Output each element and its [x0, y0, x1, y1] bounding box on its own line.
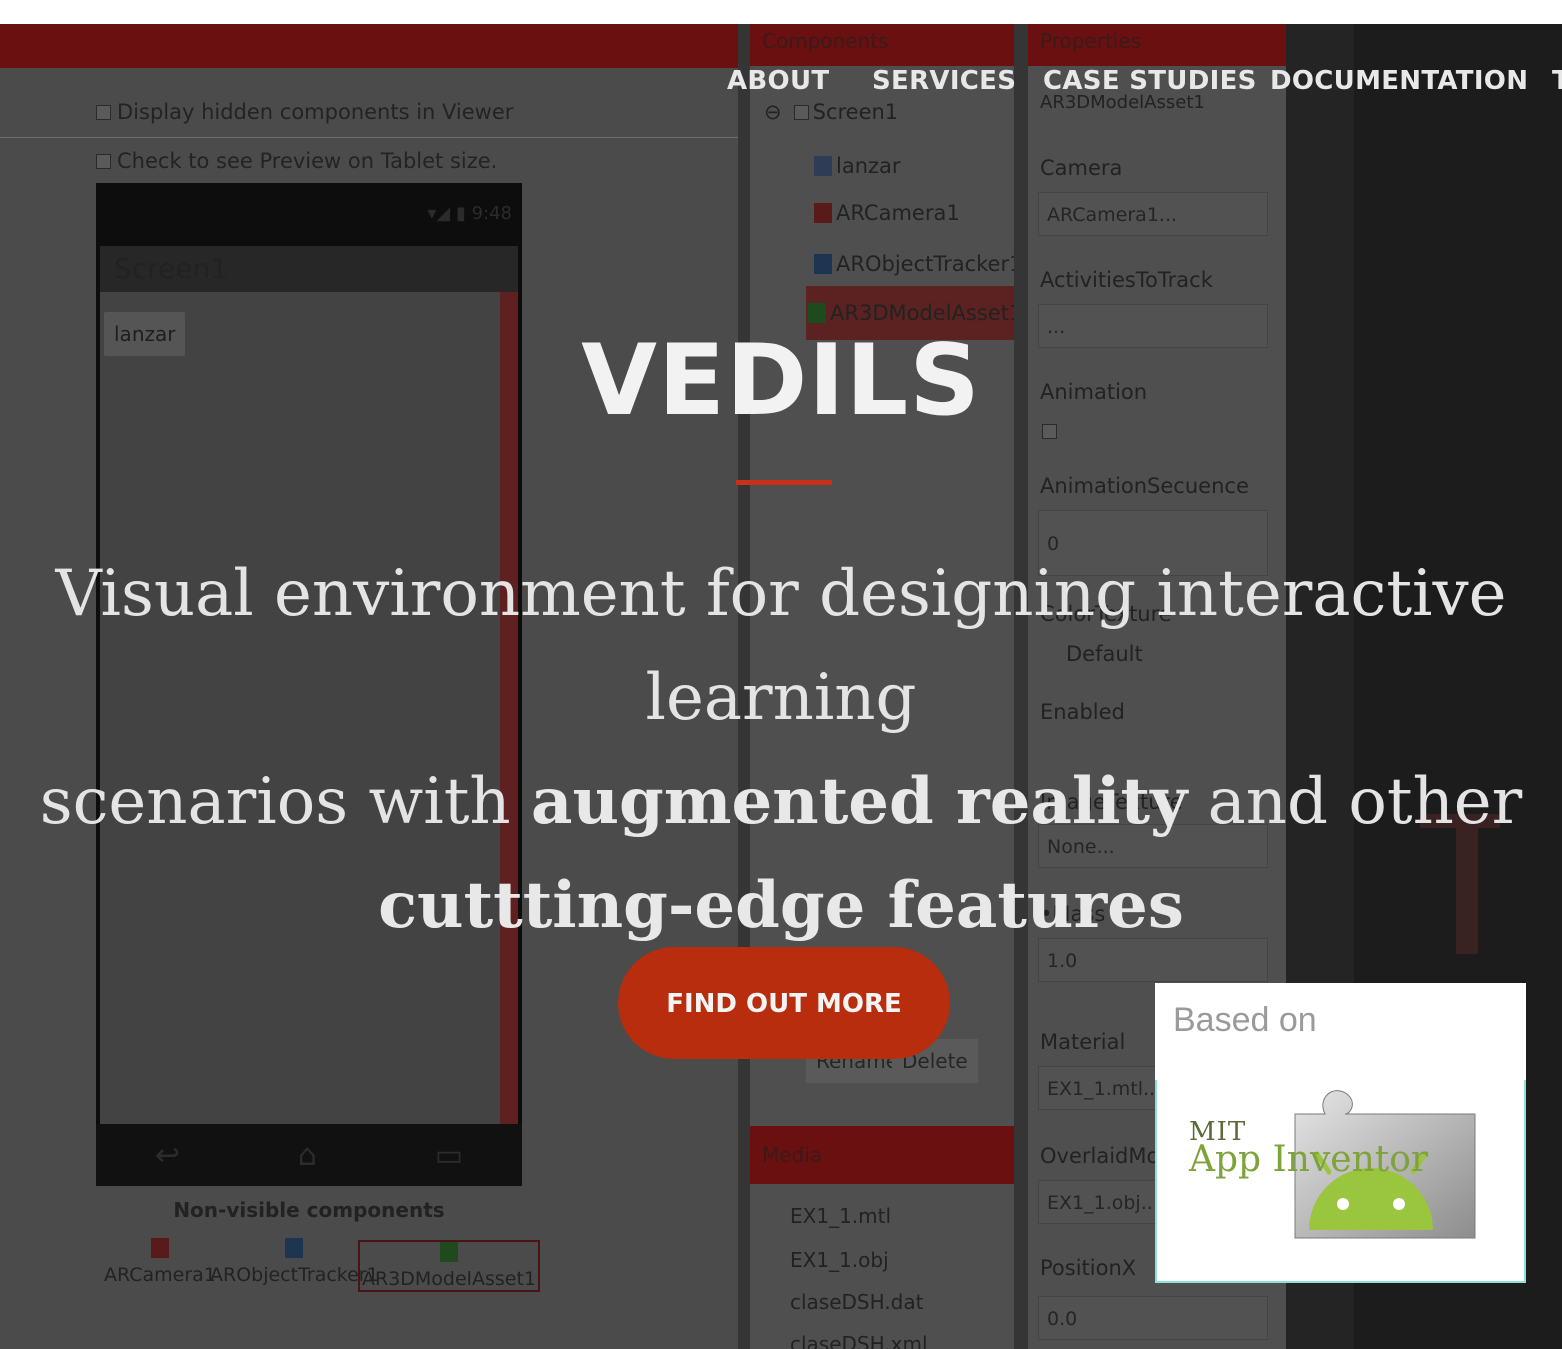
bg-nonvisible-item: ARCamera1: [104, 1238, 216, 1286]
badge-label: Based on: [1173, 1001, 1317, 1039]
bg-tree-root: ⊖ Screen1: [764, 100, 899, 124]
app-inventor-badge[interactable]: Based on MIT App Inventor: [1155, 983, 1526, 1283]
camera-component-icon: [814, 203, 832, 223]
nav-more-truncated[interactable]: T: [1552, 66, 1562, 96]
bg-prop-value: 0.0: [1038, 1296, 1268, 1340]
checkbox-icon: [96, 153, 111, 169]
checkbox-icon: [96, 104, 111, 120]
button-component-icon: [814, 156, 832, 176]
recents-icon: ▭: [434, 1137, 464, 1173]
hero-subtitle-line: cuttting-edge features: [0, 854, 1562, 958]
bg-components-header: Components: [750, 24, 1014, 66]
bg-hidden-components-checkbox: Display hidden components in Viewer: [96, 100, 513, 124]
bg-nonvisible-title: Non-visible components: [173, 1198, 445, 1222]
bg-media-item: EX1_1.mtl: [790, 1204, 892, 1228]
bg-tree-item: lanzar: [814, 154, 901, 178]
bg-prop-label: Material: [1040, 1030, 1126, 1054]
bg-nonvisible-item: AR3DModelAsset1: [358, 1240, 540, 1292]
bg-tablet-checkbox: Check to see Preview on Tablet size.: [96, 149, 497, 173]
camera-component-icon: [150, 1238, 169, 1258]
bg-media-item: claseDSH.xml: [790, 1332, 928, 1349]
hero-subtitle: Visual environment for designing interac…: [0, 542, 1562, 958]
bg-prop-label: Camera: [1040, 156, 1123, 180]
bg-prop-value: ARCamera1...: [1038, 192, 1268, 236]
bg-phone-status: ▾◢ ▮ 9:48: [427, 203, 512, 224]
app-inventor-logo: [1155, 1080, 1526, 1283]
bg-media-item: claseDSH.dat: [790, 1290, 924, 1314]
hero-highlight: cuttting-edge features: [378, 868, 1184, 943]
screen-icon: [793, 104, 809, 120]
model-component-icon: [440, 1242, 458, 1262]
bg-phone-navbar: ↩ ⌂ ▭: [96, 1124, 522, 1186]
puzzle-android-icon: [1294, 1090, 1476, 1239]
find-out-more-button[interactable]: FIND OUT MORE: [618, 947, 950, 1059]
back-icon: ↩: [154, 1137, 181, 1173]
model-component-icon: [808, 303, 826, 323]
badge-logo-app-inventor: App Inventor: [1189, 1139, 1429, 1180]
nav-documentation[interactable]: DOCUMENTATION: [1270, 66, 1528, 96]
hero-subtitle-line: scenarios with augmented reality and oth…: [39, 764, 1523, 839]
bg-tree-item: ARCamera1: [814, 201, 960, 225]
bg-media-item: EX1_1.obj: [790, 1248, 889, 1272]
bg-nonvisible-item: ARObjectTracker1: [210, 1238, 379, 1286]
bg-phone-title: Screen1: [100, 246, 518, 292]
nav-about[interactable]: ABOUT: [727, 66, 829, 96]
bg-tree-item: ARObjectTracker1: [814, 252, 1022, 276]
bg-checkbox-label: Display hidden components in Viewer: [117, 100, 514, 124]
tracker-component-icon: [285, 1238, 304, 1258]
bg-checkbox-label: Check to see Preview on Tablet size.: [117, 149, 498, 173]
hero-title: VEDILS: [581, 324, 981, 438]
hero-subtitle-line: Visual environment for designing interac…: [55, 557, 1507, 735]
nav-case-studies[interactable]: CASE STUDIES: [1043, 66, 1257, 96]
tracker-component-icon: [814, 254, 832, 274]
home-icon: ⌂: [297, 1137, 317, 1173]
bg-prop-label: PositionX: [1040, 1256, 1137, 1280]
collapse-icon: ⊖: [764, 100, 782, 124]
bg-properties-header: Properties: [1028, 24, 1286, 66]
nav-services[interactable]: SERVICES: [872, 66, 1016, 96]
bg-designer-toolbar: [0, 24, 738, 68]
bg-prop-label: ActivitiesToTrack: [1040, 268, 1213, 292]
hero-highlight: augmented reality: [530, 764, 1188, 839]
hero-divider: [736, 480, 832, 485]
bg-prop-label: AnimationSecuence: [1040, 474, 1249, 498]
hero-section: Display hidden components in Viewer Chec…: [0, 24, 1562, 1349]
bg-media-header: Media: [750, 1126, 1014, 1184]
